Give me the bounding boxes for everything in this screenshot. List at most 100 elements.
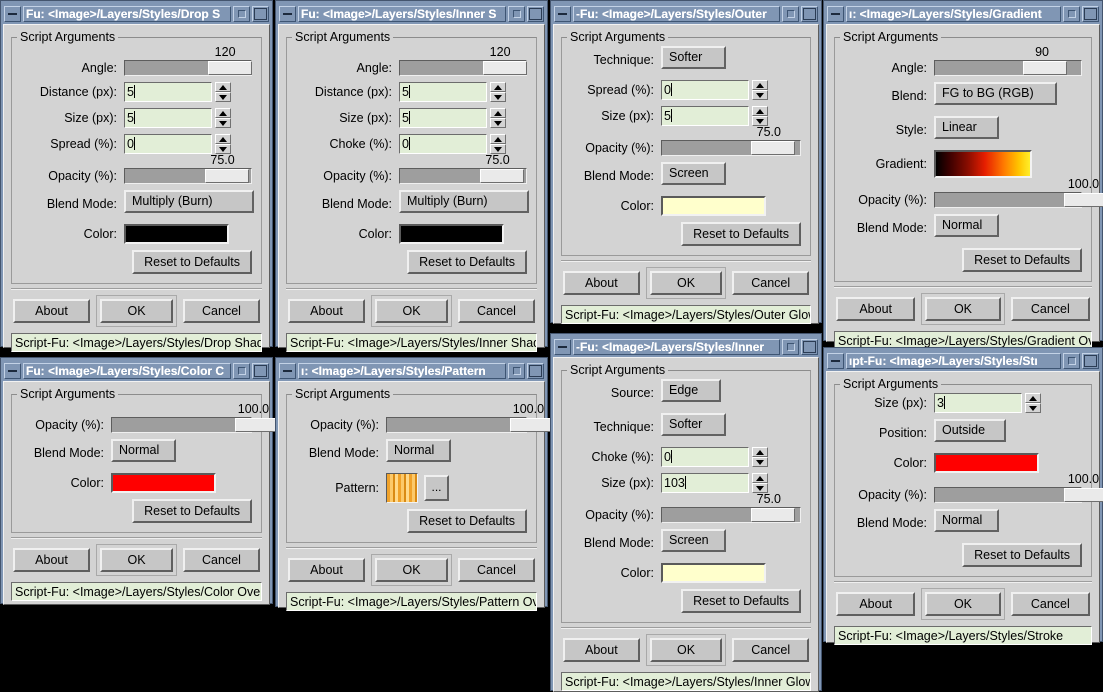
slider-track[interactable] [661,140,801,156]
number-input[interactable]: 5 [399,82,487,102]
slider-knob[interactable] [1064,193,1103,207]
number-input[interactable]: 0 [124,134,212,154]
number-input[interactable]: 5 [124,108,212,128]
shade-button[interactable] [782,5,799,22]
option-menu[interactable]: Multiply (Burn) [124,190,254,213]
option-menu[interactable]: Normal [934,214,1000,237]
cancel-button[interactable]: Cancel [732,271,810,295]
slider-track[interactable] [399,60,527,76]
cancel-button[interactable]: Cancel [183,548,260,572]
number-input[interactable]: 0 [399,134,487,154]
slider-track[interactable] [934,60,1082,76]
spin-up-icon[interactable] [490,82,506,92]
maximize-button[interactable] [801,338,818,355]
number-input[interactable]: 3 [934,393,1022,413]
about-button[interactable]: About [836,592,916,616]
about-button[interactable]: About [836,297,916,321]
shade-button[interactable] [782,338,799,355]
spin-down-icon[interactable] [215,92,231,102]
maximize-button[interactable] [801,5,818,22]
slider-knob[interactable] [234,418,279,432]
reset-to-defaults-button[interactable]: Reset to Defaults [681,589,801,613]
spin-up-icon[interactable] [215,82,231,92]
about-button[interactable]: About [13,299,90,323]
slider-knob[interactable] [207,61,252,75]
number-input[interactable]: 0 [661,80,749,100]
slider-knob[interactable] [1064,488,1103,502]
reset-to-defaults-button[interactable]: Reset to Defaults [681,222,801,246]
slider-track[interactable] [124,168,252,184]
ok-button[interactable]: OK [649,638,723,662]
number-input[interactable]: 5 [399,108,487,128]
slider-knob[interactable] [750,141,795,155]
color-swatch[interactable] [399,224,504,244]
slider-track[interactable] [399,168,527,184]
ok-button[interactable]: OK [925,592,1001,616]
spin-up-icon[interactable] [752,106,768,116]
ok-button[interactable]: OK [375,299,448,323]
cancel-button[interactable]: Cancel [183,299,260,323]
slider-knob[interactable] [750,508,795,522]
slider-track[interactable] [386,417,554,433]
option-menu[interactable]: FG to BG (RGB) [934,82,1057,105]
option-menu[interactable]: Normal [111,439,177,462]
slider-knob[interactable] [1023,61,1068,75]
slider-track[interactable] [111,417,279,433]
pattern-swatch[interactable] [386,473,418,503]
spin-up-icon[interactable] [752,80,768,90]
about-button[interactable]: About [13,548,90,572]
spin-up-icon[interactable] [490,108,506,118]
number-input[interactable]: 5 [124,82,212,102]
slider-knob[interactable] [482,61,527,75]
option-menu[interactable]: Screen [661,529,727,552]
about-button[interactable]: About [563,638,640,662]
maximize-button[interactable] [1082,352,1099,369]
cancel-button[interactable]: Cancel [458,299,535,323]
shade-button[interactable] [233,5,250,22]
cancel-button[interactable]: Cancel [1010,297,1090,321]
minimize-button[interactable] [554,5,571,22]
number-input[interactable]: 103 [661,473,749,493]
spin-up-icon[interactable] [490,134,506,144]
shade-button[interactable] [508,362,525,379]
option-menu[interactable]: Screen [661,162,727,185]
number-input[interactable]: 5 [661,106,749,126]
pattern-browse-button[interactable]: ... [424,475,449,501]
spin-up-icon[interactable] [215,134,231,144]
option-menu[interactable]: Softer [661,46,727,69]
minimize-button[interactable] [279,5,296,22]
slider-track[interactable] [661,507,801,523]
reset-to-defaults-button[interactable]: Reset to Defaults [962,248,1082,272]
spin-up-icon[interactable] [215,108,231,118]
maximize-button[interactable] [252,5,269,22]
reset-to-defaults-button[interactable]: Reset to Defaults [407,509,527,533]
slider-track[interactable] [124,60,252,76]
minimize-button[interactable] [4,5,21,22]
slider-knob[interactable] [509,418,554,432]
maximize-button[interactable] [527,5,544,22]
spin-down-icon[interactable] [215,118,231,128]
cancel-button[interactable]: Cancel [732,638,810,662]
spin-down-icon[interactable] [490,92,506,102]
ok-button[interactable]: OK [100,548,173,572]
color-swatch[interactable] [934,453,1039,473]
spin-down-icon[interactable] [490,118,506,128]
minimize-button[interactable] [827,5,844,22]
shade-button[interactable] [1063,352,1080,369]
spin-down-icon[interactable] [752,457,768,467]
spin-up-icon[interactable] [752,447,768,457]
minimize-button[interactable] [827,352,844,369]
color-swatch[interactable] [111,473,216,493]
shade-button[interactable] [233,362,250,379]
color-swatch[interactable] [661,563,766,583]
option-menu[interactable]: Linear [934,116,1000,139]
cancel-button[interactable]: Cancel [458,558,535,582]
ok-button[interactable]: OK [649,271,723,295]
color-swatch[interactable] [661,196,766,216]
spin-down-icon[interactable] [752,90,768,100]
shade-button[interactable] [508,5,525,22]
number-input[interactable]: 0 [661,447,749,467]
maximize-button[interactable] [1082,5,1099,22]
option-menu[interactable]: Normal [934,509,1000,532]
spin-down-icon[interactable] [1025,403,1041,413]
